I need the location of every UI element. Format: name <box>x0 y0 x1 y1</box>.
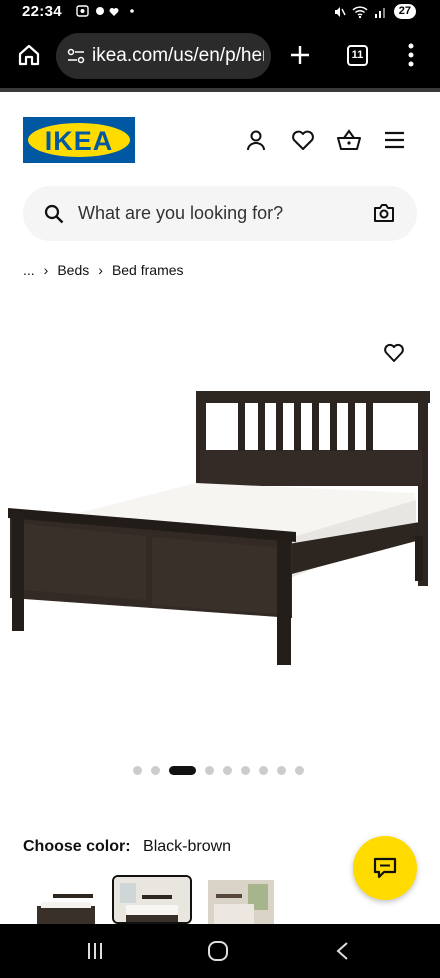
ikea-logo[interactable]: IKEA <box>23 117 135 163</box>
menu-icon[interactable] <box>384 131 405 149</box>
battery-level: 27 <box>393 4 416 19</box>
choose-color-label: Choose color: <box>23 838 131 855</box>
carousel-dot[interactable] <box>241 766 250 775</box>
carousel-dot[interactable] <box>277 766 286 775</box>
chevron-right-icon: › <box>43 262 49 278</box>
cart-icon[interactable] <box>336 128 362 152</box>
back-icon[interactable] <box>335 941 349 961</box>
color-thumbnail-selected[interactable] <box>112 875 192 924</box>
color-value: Black-brown <box>143 838 232 855</box>
color-thumbnail[interactable] <box>31 880 97 924</box>
chat-button[interactable] <box>353 836 417 900</box>
search-input[interactable]: What are you looking for? <box>23 186 417 241</box>
home-button-icon[interactable] <box>207 940 229 962</box>
signal-icon <box>374 7 385 18</box>
carousel-dot[interactable] <box>295 766 304 775</box>
new-tab-icon[interactable] <box>289 44 311 66</box>
more-options-icon[interactable] <box>408 43 414 67</box>
breadcrumb-bed-frames[interactable]: Bed frames <box>112 262 184 278</box>
recent-apps-icon[interactable] <box>86 942 104 960</box>
status-bar: 22:34 27 <box>0 0 440 26</box>
chevron-right-icon: › <box>98 262 103 278</box>
product-image[interactable] <box>0 300 440 755</box>
home-icon[interactable] <box>18 44 40 66</box>
search-placeholder: What are you looking for? <box>78 203 284 223</box>
tab-switcher-button[interactable]: 11 <box>347 45 368 66</box>
url-text: ikea.com/us/en/p/hem <box>92 45 264 66</box>
save-to-wishlist-icon[interactable] <box>383 343 405 363</box>
address-bar[interactable]: ikea.com/us/en/p/hem <box>56 33 271 79</box>
carousel-dot-active[interactable] <box>169 766 196 775</box>
bed-frame-image <box>8 391 430 665</box>
camera-search-icon[interactable] <box>373 203 395 223</box>
system-nav-bar <box>0 924 440 978</box>
browser-toolbar: ikea.com/us/en/p/hem 11 <box>0 26 440 88</box>
browser-divider <box>0 88 440 92</box>
carousel-dot[interactable] <box>223 766 232 775</box>
account-icon[interactable] <box>245 129 267 151</box>
breadcrumb: ... › Beds › Bed frames <box>23 262 184 278</box>
color-chooser: Choose color: Black-brown <box>23 838 231 856</box>
status-right: 27 <box>332 4 416 19</box>
status-time: 22:34 <box>22 3 62 20</box>
carousel-dot[interactable] <box>151 766 160 775</box>
notification-icons <box>76 4 138 21</box>
wifi-icon <box>352 5 368 18</box>
logo-text: IKEA <box>44 126 114 156</box>
wishlist-icon[interactable] <box>291 130 315 151</box>
carousel-dot[interactable] <box>205 766 214 775</box>
color-thumbnail[interactable] <box>208 880 274 924</box>
carousel-dot[interactable] <box>133 766 142 775</box>
mute-icon <box>334 6 346 17</box>
site-settings-icon[interactable] <box>67 48 85 64</box>
carousel-indicator <box>133 766 304 775</box>
breadcrumb-beds[interactable]: Beds <box>57 262 89 278</box>
chat-icon <box>373 857 397 879</box>
breadcrumb-ellipsis[interactable]: ... <box>23 262 35 278</box>
carousel-dot[interactable] <box>259 766 268 775</box>
search-icon <box>44 204 64 224</box>
